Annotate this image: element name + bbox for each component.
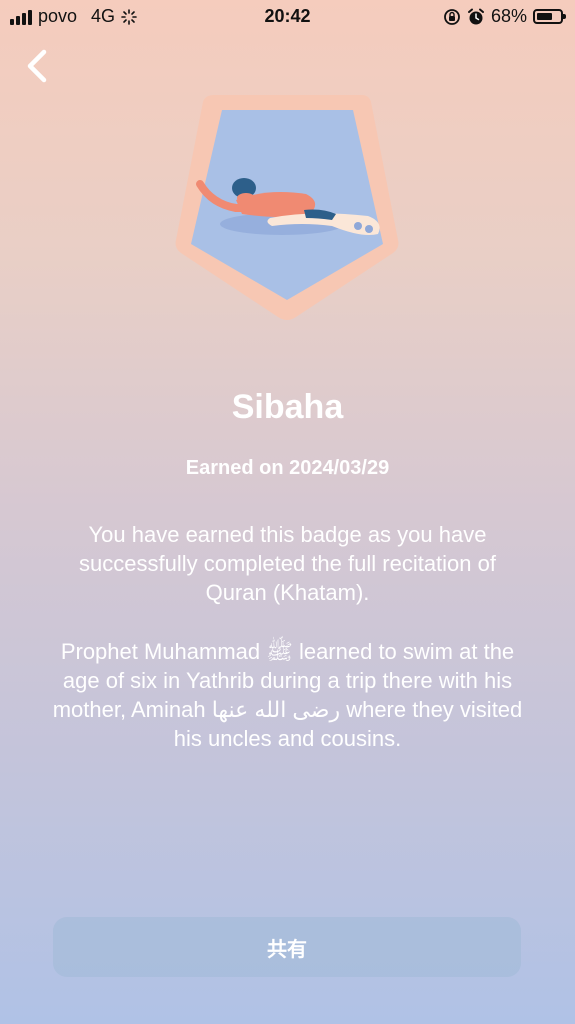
earned-date: Earned on 2024/03/29: [185, 457, 390, 479]
chevron-left-icon: [27, 49, 47, 83]
badge-image: [172, 92, 402, 324]
share-button[interactable]: 共有: [53, 917, 521, 977]
battery-level-fill: [537, 13, 552, 20]
back-button[interactable]: [18, 44, 58, 88]
status-bar: povo 4G 20:42 68%: [0, 0, 575, 34]
badge-description: You have earned this badge as you have s…: [79, 522, 496, 605]
share-button-label: 共有: [267, 938, 307, 961]
badge-title: Sibaha: [231, 388, 344, 426]
orientation-lock-icon: [444, 8, 460, 25]
swimmer-badge-icon: [175, 95, 399, 320]
status-right: 68%: [443, 6, 566, 27]
badge-story: Prophet Muhammad ﷺ learned to swim at th…: [52, 639, 523, 751]
battery-icon: [533, 9, 566, 24]
alarm-icon: [467, 8, 484, 24]
battery-percentage: 68%: [490, 6, 527, 26]
